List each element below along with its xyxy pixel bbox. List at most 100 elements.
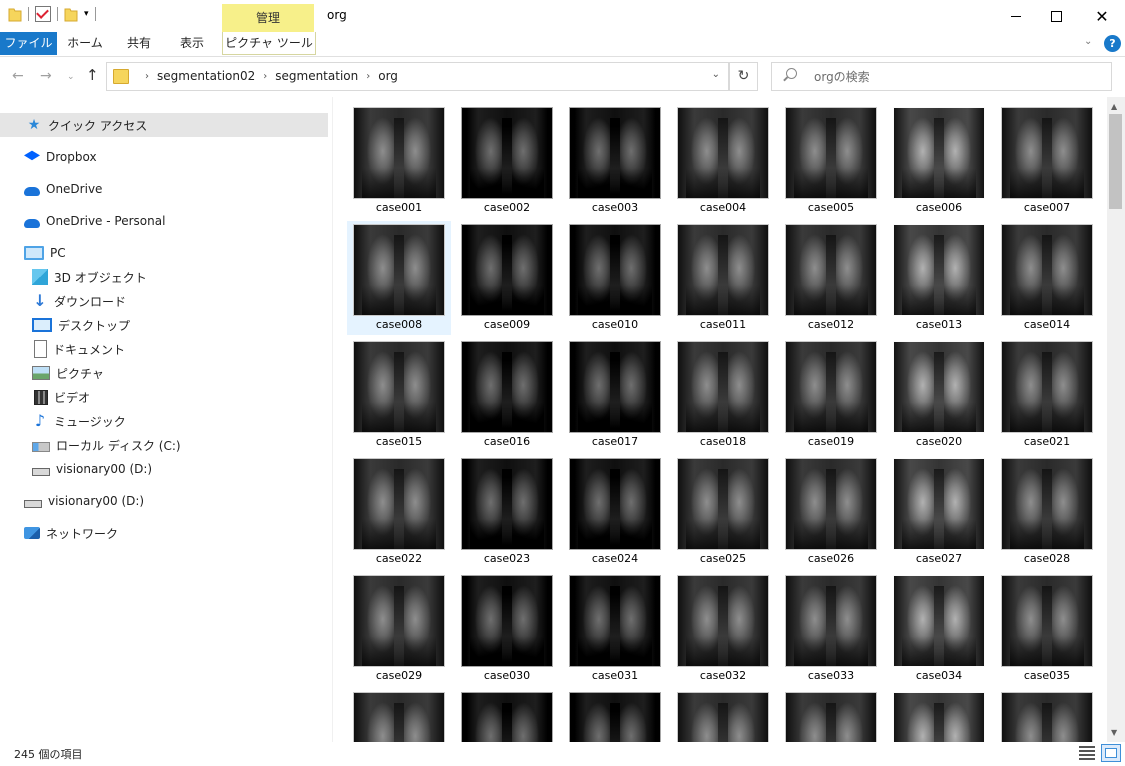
back-button[interactable]: ← <box>12 68 24 84</box>
sidebar-item-quick-access[interactable]: ★ クイック アクセス <box>0 113 328 137</box>
tab-share[interactable]: 共有 <box>113 32 165 55</box>
sidebar-item-drive-d[interactable]: visionary00 (D:) <box>0 457 328 481</box>
file-item[interactable]: case024 <box>563 455 667 569</box>
file-item[interactable]: case011 <box>671 221 775 335</box>
file-item[interactable]: case034 <box>887 572 991 686</box>
sidebar-item-pictures[interactable]: ピクチャ <box>0 361 328 385</box>
file-item[interactable]: case003 <box>563 104 667 218</box>
file-item[interactable] <box>995 689 1099 742</box>
file-item[interactable]: case026 <box>779 455 883 569</box>
xray-thumbnail <box>678 693 768 742</box>
details-view-icon[interactable] <box>1079 746 1095 760</box>
tab-picture-tools[interactable]: ピクチャ ツール <box>222 32 316 55</box>
up-button[interactable]: ↑ <box>86 66 99 84</box>
breadcrumb-item[interactable]: segmentation <box>275 69 358 83</box>
file-item[interactable]: case013 <box>887 221 991 335</box>
scroll-down-icon[interactable]: ▼ <box>1111 728 1117 737</box>
recent-locations-icon[interactable]: ⌄ <box>67 72 75 82</box>
sidebar-item-onedrive[interactable]: OneDrive <box>0 177 328 201</box>
file-item[interactable]: case015 <box>347 338 451 452</box>
sidebar-item-downloads[interactable]: ↓ ダウンロード <box>0 289 328 313</box>
sidebar-item-local-disk[interactable]: ローカル ディスク (C:) <box>0 433 328 457</box>
file-item[interactable]: case019 <box>779 338 883 452</box>
maximize-button[interactable] <box>1033 0 1079 32</box>
file-item[interactable]: case010 <box>563 221 667 335</box>
file-item[interactable]: case023 <box>455 455 559 569</box>
file-item[interactable]: case014 <box>995 221 1099 335</box>
scroll-up-icon[interactable]: ▲ <box>1111 102 1117 111</box>
file-item[interactable] <box>563 689 667 742</box>
search-box[interactable] <box>771 62 1112 91</box>
xray-thumbnail <box>462 108 552 198</box>
download-icon: ↓ <box>33 291 47 310</box>
file-item[interactable]: case016 <box>455 338 559 452</box>
breadcrumb-item[interactable]: org <box>378 69 398 83</box>
chevron-right-icon[interactable]: › <box>263 71 267 82</box>
file-item[interactable]: case004 <box>671 104 775 218</box>
file-item[interactable]: case006 <box>887 104 991 218</box>
file-name: case018 <box>699 435 747 448</box>
file-item[interactable]: case002 <box>455 104 559 218</box>
expand-ribbon-icon[interactable]: ⌄ <box>1084 36 1092 47</box>
tab-home[interactable]: ホーム <box>58 32 112 55</box>
breadcrumb-item[interactable]: segmentation02 <box>157 69 255 83</box>
file-item[interactable] <box>779 689 883 742</box>
help-icon[interactable]: ? <box>1104 35 1121 52</box>
file-item[interactable]: case033 <box>779 572 883 686</box>
tab-file[interactable]: ファイル <box>0 32 57 55</box>
customize-toolbar-dropdown-icon[interactable]: ▾ <box>84 7 89 21</box>
sidebar-item-pc[interactable]: PC <box>0 241 328 265</box>
onedrive-personal-icon <box>24 218 40 228</box>
properties-icon[interactable] <box>35 6 51 22</box>
sidebar-item-network[interactable]: ネットワーク <box>0 521 328 545</box>
file-item[interactable]: case021 <box>995 338 1099 452</box>
sidebar-item-onedrive-personal[interactable]: OneDrive - Personal <box>0 209 328 233</box>
tab-view[interactable]: 表示 <box>166 32 218 55</box>
sidebar-item-documents[interactable]: ドキュメント <box>0 337 328 361</box>
close-button[interactable]: ✕ <box>1079 0 1125 32</box>
forward-button[interactable]: → <box>40 68 52 84</box>
refresh-button[interactable]: ↻ <box>729 62 758 91</box>
file-item[interactable]: case022 <box>347 455 451 569</box>
search-icon <box>786 68 797 79</box>
large-icons-view-icon[interactable] <box>1101 744 1121 762</box>
sidebar-item-3d-objects[interactable]: 3D オブジェクト <box>0 265 328 289</box>
sidebar-item-videos[interactable]: ビデオ <box>0 385 328 409</box>
file-item[interactable] <box>671 689 775 742</box>
file-item[interactable]: case020 <box>887 338 991 452</box>
address-bar[interactable]: › segmentation02 › segmentation › org ⌄ <box>106 62 729 91</box>
file-item[interactable]: case030 <box>455 572 559 686</box>
sidebar-item-music[interactable]: ♪ ミュージック <box>0 409 328 433</box>
file-item[interactable] <box>347 689 451 742</box>
pc-icon <box>24 246 44 260</box>
file-item[interactable]: case028 <box>995 455 1099 569</box>
chevron-down-icon[interactable]: ⌄ <box>712 69 720 80</box>
scrollbar-thumb[interactable] <box>1109 114 1122 209</box>
file-item[interactable]: case005 <box>779 104 883 218</box>
new-folder-icon[interactable] <box>64 6 78 22</box>
file-item[interactable] <box>887 689 991 742</box>
file-item[interactable]: case032 <box>671 572 775 686</box>
vertical-scrollbar[interactable]: ▲ ▼ <box>1107 97 1125 742</box>
file-name: case016 <box>483 435 531 448</box>
file-item[interactable]: case001 <box>347 104 451 218</box>
file-item[interactable]: case025 <box>671 455 775 569</box>
file-item[interactable] <box>455 689 559 742</box>
file-item[interactable]: case009 <box>455 221 559 335</box>
navigation-row: ← → ⌄ ↑ › segmentation02 › segmentation … <box>0 57 1125 97</box>
file-item[interactable]: case008 <box>347 221 451 335</box>
file-item[interactable]: case031 <box>563 572 667 686</box>
file-item[interactable]: case027 <box>887 455 991 569</box>
file-item[interactable]: case012 <box>779 221 883 335</box>
search-input[interactable] <box>812 67 1096 87</box>
sidebar-item-drive-d-root[interactable]: visionary00 (D:) <box>0 489 328 513</box>
file-item[interactable]: case018 <box>671 338 775 452</box>
file-item[interactable]: case007 <box>995 104 1099 218</box>
sidebar-item-dropbox[interactable]: Dropbox <box>0 145 328 169</box>
file-item[interactable]: case035 <box>995 572 1099 686</box>
sidebar-item-desktop[interactable]: デスクトップ <box>0 313 328 337</box>
window-title: org <box>327 8 347 22</box>
file-item[interactable]: case017 <box>563 338 667 452</box>
chevron-right-icon[interactable]: › <box>366 71 370 82</box>
file-item[interactable]: case029 <box>347 572 451 686</box>
